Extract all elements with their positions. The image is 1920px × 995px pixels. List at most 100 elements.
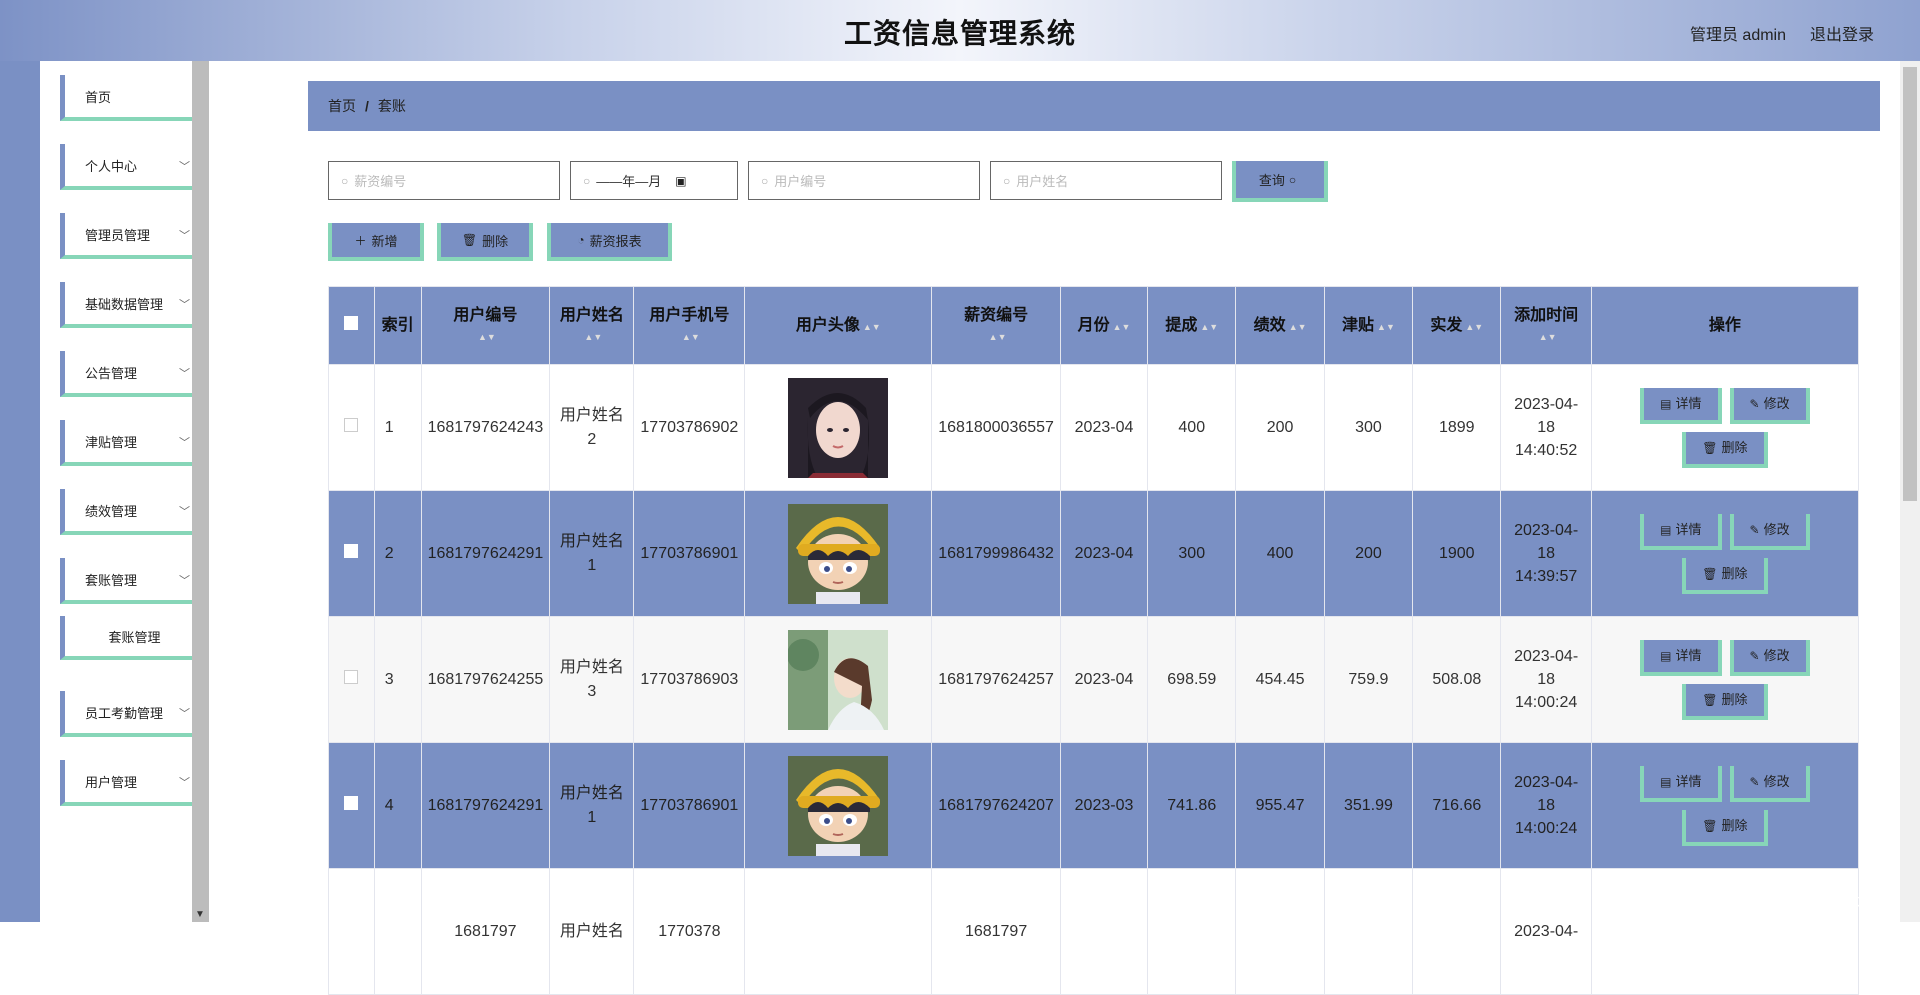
sort-icon[interactable]: ▲▼ xyxy=(1113,322,1131,332)
row-checkbox[interactable] xyxy=(344,544,358,558)
header-allowance[interactable]: 津贴▲▼ xyxy=(1324,287,1412,365)
scroll-down-icon[interactable]: ▼ xyxy=(195,909,205,920)
row-checkbox[interactable] xyxy=(344,670,358,684)
cell-phone: 17703786903 xyxy=(634,617,745,743)
delete-button[interactable]: 🗑删除 xyxy=(1682,684,1767,720)
scrollbar-thumb[interactable] xyxy=(1903,67,1917,501)
sort-icon[interactable]: ▲▼ xyxy=(1465,322,1483,332)
row-select-cell[interactable] xyxy=(329,617,375,743)
header-user-no[interactable]: 用户编号▲▼ xyxy=(421,287,550,365)
sidebar-item-performance[interactable]: 绩效管理﹀ xyxy=(60,489,208,535)
sort-icon[interactable]: ▲▼ xyxy=(1539,332,1557,342)
cell-performance: 955.47 xyxy=(1236,743,1324,869)
sort-icon[interactable]: ▲▼ xyxy=(682,332,700,342)
header-label: 用户手机号 xyxy=(649,307,729,324)
chevron-down-icon: ﹀ xyxy=(179,227,190,243)
sidebar-item-basic-data[interactable]: 基础数据管理﹀ xyxy=(60,282,208,328)
delete-label: 删除 xyxy=(1722,566,1748,581)
header-label: 实发 xyxy=(1430,317,1462,334)
header-performance[interactable]: 绩效▲▼ xyxy=(1236,287,1324,365)
edit-button[interactable]: ✎修改 xyxy=(1730,514,1810,550)
edit-button[interactable]: ✎修改 xyxy=(1730,640,1810,676)
row-select-cell[interactable] xyxy=(329,491,375,617)
sidebar-item-label: 员工考勤管理 xyxy=(85,703,163,722)
header-added-time[interactable]: 添加时间▲▼ xyxy=(1501,287,1591,365)
header-ops: 操作 xyxy=(1591,287,1858,365)
header-actual[interactable]: 实发▲▼ xyxy=(1413,287,1501,365)
row-checkbox[interactable] xyxy=(344,796,358,810)
delete-button[interactable]: 🗑删除 xyxy=(1682,810,1767,846)
user-name-input[interactable]: ○用户姓名 xyxy=(990,161,1222,200)
header-salary-no[interactable]: 薪资编号▲▼ xyxy=(932,287,1061,365)
trash-icon: 🗑 xyxy=(1702,693,1717,707)
sort-icon[interactable]: ▲▼ xyxy=(478,332,496,342)
plus-icon: ＋ xyxy=(354,232,366,249)
add-button[interactable]: ＋新增 xyxy=(328,223,424,261)
sidebar-scrollbar[interactable]: ▼ xyxy=(192,61,209,922)
breadcrumb-home[interactable]: 首页 xyxy=(328,96,356,116)
sidebar-item-home[interactable]: 首页 xyxy=(60,75,208,121)
user-no-input[interactable]: ○用户编号 xyxy=(748,161,980,200)
logout-link[interactable]: 退出登录 xyxy=(1810,21,1874,45)
sort-icon[interactable]: ▲▼ xyxy=(989,332,1007,342)
sort-icon[interactable]: ▲▼ xyxy=(1200,322,1218,332)
cell-salary-no: 1681800036557 xyxy=(932,365,1061,491)
sort-icon[interactable]: ▲▼ xyxy=(1377,322,1395,332)
sort-icon[interactable]: ▲▼ xyxy=(584,332,602,342)
sidebar-subitem-account-set[interactable]: 套账管理 xyxy=(60,616,208,660)
edit-icon: ✎ xyxy=(1750,397,1760,411)
cell-index xyxy=(374,869,421,995)
header-user-name[interactable]: 用户姓名▲▼ xyxy=(550,287,634,365)
edit-button[interactable]: ✎修改 xyxy=(1730,388,1810,424)
header-commission[interactable]: 提成▲▼ xyxy=(1148,287,1236,365)
left-rail xyxy=(0,61,40,922)
watermark-text: CSDN @超级无敌暴龙战士塔塔开 xyxy=(1620,888,1892,914)
header-avatar[interactable]: 用户头像▲▼ xyxy=(745,287,932,365)
delete-button[interactable]: 🗑删除 xyxy=(1682,432,1767,468)
cell-index: 3 xyxy=(374,617,421,743)
cell-user-name: 用户姓名1 xyxy=(550,743,634,869)
detail-button[interactable]: ▤详情 xyxy=(1640,514,1721,550)
delete-label: 删除 xyxy=(1722,440,1748,455)
detail-button[interactable]: ▤详情 xyxy=(1640,766,1721,802)
calendar-icon[interactable]: ▣ xyxy=(675,174,686,188)
salary-report-button[interactable]: ◔薪资报表 xyxy=(547,223,672,261)
batch-delete-button[interactable]: 🗑删除 xyxy=(437,223,533,261)
delete-button[interactable]: 🗑删除 xyxy=(1682,558,1767,594)
header-index: 索引 xyxy=(374,287,421,365)
user-avatar-image[interactable] xyxy=(788,378,888,478)
salary-no-input[interactable]: ○薪资编号 xyxy=(328,161,560,200)
query-button[interactable]: 查询○ xyxy=(1232,161,1328,202)
select-all-checkbox[interactable] xyxy=(344,316,358,330)
sort-icon[interactable]: ▲▼ xyxy=(1289,322,1307,332)
page-scrollbar[interactable] xyxy=(1900,61,1920,922)
user-avatar-image[interactable] xyxy=(788,504,888,604)
table-row: 2 1681797624291 用户姓名1 17703786901 168179… xyxy=(329,491,1859,617)
sidebar-item-notice[interactable]: 公告管理﹀ xyxy=(60,351,208,397)
cell-allowance: 300 xyxy=(1324,365,1412,491)
sidebar-item-admin-management[interactable]: 管理员管理﹀ xyxy=(60,213,208,259)
row-checkbox[interactable] xyxy=(344,418,358,432)
sidebar-item-attendance[interactable]: 员工考勤管理﹀ xyxy=(60,691,208,737)
sidebar-item-users[interactable]: 用户管理﹀ xyxy=(60,760,208,806)
cell-actual xyxy=(1413,869,1501,995)
sidebar-item-account-set[interactable]: 套账管理﹀ xyxy=(60,558,208,604)
sidebar-item-allowance[interactable]: 津贴管理﹀ xyxy=(60,420,208,466)
row-select-cell[interactable] xyxy=(329,869,375,995)
cell-index: 1 xyxy=(374,365,421,491)
row-select-cell[interactable] xyxy=(329,365,375,491)
user-avatar-image[interactable] xyxy=(788,756,888,856)
header-month[interactable]: 月份▲▼ xyxy=(1060,287,1147,365)
select-all-header[interactable] xyxy=(329,287,375,365)
cell-user-no: 1681797624255 xyxy=(421,617,550,743)
detail-button[interactable]: ▤详情 xyxy=(1640,640,1721,676)
delete-label: 删除 xyxy=(1722,818,1748,833)
header-phone[interactable]: 用户手机号 ▲▼ xyxy=(634,287,745,365)
sort-icon[interactable]: ▲▼ xyxy=(863,322,881,332)
edit-button[interactable]: ✎修改 xyxy=(1730,766,1810,802)
row-select-cell[interactable] xyxy=(329,743,375,869)
user-avatar-image[interactable] xyxy=(788,630,888,730)
sidebar-item-personal-center[interactable]: 个人中心﹀ xyxy=(60,144,208,190)
month-picker[interactable]: ○——年—月▣ xyxy=(570,161,738,200)
detail-button[interactable]: ▤详情 xyxy=(1640,388,1721,424)
